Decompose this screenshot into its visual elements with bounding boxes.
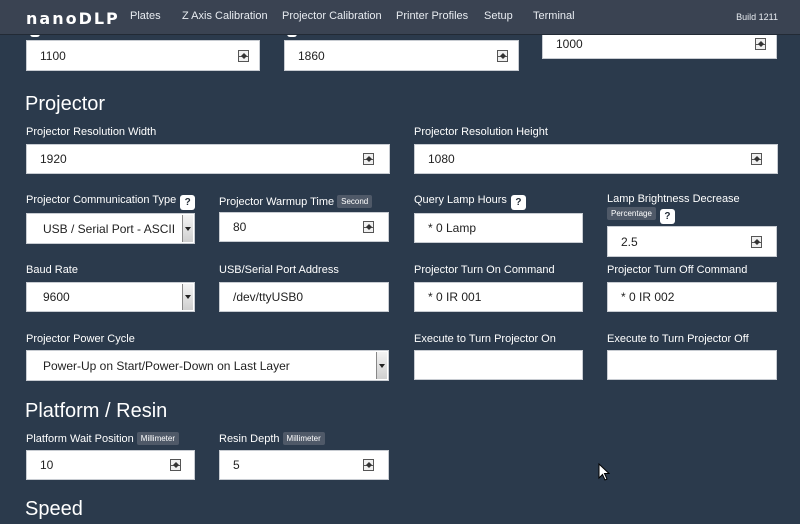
resin-depth-label: Resin Depth Millimeter [219, 432, 325, 445]
comm-type-label-text: Projector Communication Type [26, 194, 177, 206]
mouse-cursor-icon [598, 463, 610, 481]
turn-on-command-label: Projector Turn On Command [414, 264, 555, 276]
wait-position-value: 10 [40, 458, 54, 472]
comm-type-label: Projector Communication Type? [26, 194, 196, 210]
lamp-brightness-value: 2.5 [621, 234, 638, 249]
wait-position-label-text: Platform Wait Position [26, 433, 134, 445]
projector-section-title: Projector [25, 93, 106, 115]
top-field-1-value: 1100 [40, 48, 66, 63]
help-icon[interactable]: ? [180, 195, 196, 210]
nav-projector-calibration[interactable]: Projector Calibration [282, 10, 382, 22]
chevron-down-icon[interactable] [376, 352, 387, 379]
resin-depth-label-text: Resin Depth [219, 433, 280, 445]
warmup-value: 80 [233, 220, 247, 234]
warmup-input[interactable]: 80 [219, 212, 389, 242]
resolution-height-label: Projector Resolution Height [414, 126, 548, 138]
lamp-hours-label: Query Lamp Hours? [414, 194, 526, 210]
chevron-down-icon[interactable] [182, 215, 193, 242]
wait-position-label: Platform Wait Position Millimeter [26, 432, 180, 445]
turn-on-command-input[interactable]: * 0 IR 001 [414, 282, 583, 312]
resolution-width-label: Projector Resolution Width [26, 126, 157, 138]
exec-on-input[interactable] [414, 350, 583, 380]
help-icon[interactable]: ? [659, 209, 675, 224]
top-field-2[interactable]: 1860 [284, 40, 519, 71]
exec-off-label: Execute to Turn Projector Off [607, 333, 749, 345]
warmup-label: Projector Warmup Time Second [219, 195, 373, 208]
lamp-hours-value: * 0 Lamp [428, 221, 477, 235]
resin-depth-value: 5 [233, 458, 240, 472]
port-address-input[interactable]: /dev/ttyUSB0 [219, 282, 389, 312]
resin-depth-input[interactable]: 5 [219, 450, 389, 480]
comm-type-select[interactable]: USB / Serial Port - ASCII [26, 213, 195, 244]
lamp-brightness-input[interactable]: 2.5 [607, 226, 777, 257]
speed-section-title: Speed [25, 498, 83, 520]
baud-rate-label: Baud Rate [26, 264, 78, 276]
resolution-width-input[interactable]: 1920 [26, 144, 390, 174]
top-field-2-value: 1860 [298, 48, 325, 63]
spinner-icon[interactable] [363, 221, 374, 233]
spinner-icon[interactable] [238, 49, 249, 62]
nav-printer-profiles[interactable]: Printer Profiles [396, 10, 468, 22]
baud-rate-value: 9600 [43, 290, 70, 304]
turn-off-command-input[interactable]: * 0 IR 002 [607, 282, 777, 312]
turn-off-command-label: Projector Turn Off Command [607, 264, 748, 276]
power-cycle-label: Projector Power Cycle [26, 333, 135, 345]
unit-badge: Percentage [607, 207, 656, 220]
lamp-hours-label-text: Query Lamp Hours [414, 194, 507, 206]
nav-z-axis-calibration[interactable]: Z Axis Calibration [182, 10, 268, 22]
spinner-icon[interactable] [363, 153, 374, 165]
resolution-width-value: 1920 [40, 152, 67, 166]
platform-section-title: Platform / Resin [25, 400, 168, 422]
port-address-label: USB/Serial Port Address [219, 264, 339, 276]
spinner-icon[interactable] [170, 459, 181, 471]
top-field-3-value: 1000 [556, 36, 583, 51]
unit-badge: Millimeter [282, 432, 325, 445]
spinner-icon[interactable] [751, 153, 762, 165]
nav-plates[interactable]: Plates [130, 10, 161, 22]
lamp-hours-input[interactable]: * 0 Lamp [414, 213, 583, 243]
wait-position-input[interactable]: 10 [26, 450, 195, 480]
turn-on-command-value: * 0 IR 001 [428, 290, 482, 304]
top-field-1[interactable]: 1100 [26, 40, 260, 71]
spinner-icon[interactable] [755, 37, 766, 50]
lamp-brightness-badges: Percentage? [604, 207, 675, 224]
spinner-icon[interactable] [497, 49, 508, 62]
top-navbar: nanoDLP Plates Z Axis Calibration Projec… [0, 0, 800, 35]
unit-badge: Millimeter [136, 432, 180, 445]
power-cycle-select[interactable]: Power-Up on Start/Power-Down on Last Lay… [26, 350, 389, 381]
lamp-brightness-label: Lamp Brightness Decrease [607, 193, 740, 205]
chevron-down-icon[interactable] [182, 284, 193, 310]
nav-terminal[interactable]: Terminal [533, 10, 575, 22]
turn-off-command-value: * 0 IR 002 [621, 290, 675, 304]
comm-type-value: USB / Serial Port - ASCII [43, 221, 176, 236]
brand-logo[interactable]: nanoDLP [26, 9, 120, 28]
nav-setup[interactable]: Setup [484, 10, 513, 22]
build-version: Build 1211 [736, 12, 778, 22]
spinner-icon[interactable] [751, 235, 762, 248]
resolution-height-value: 1080 [428, 152, 455, 166]
warmup-label-text: Projector Warmup Time [219, 196, 335, 208]
power-cycle-value: Power-Up on Start/Power-Down on Last Lay… [43, 358, 290, 373]
resolution-height-input[interactable]: 1080 [414, 144, 778, 174]
baud-rate-select[interactable]: 9600 [26, 282, 195, 312]
spinner-icon[interactable] [363, 459, 374, 471]
exec-on-label: Execute to Turn Projector On [414, 333, 556, 345]
help-icon[interactable]: ? [510, 195, 526, 210]
port-address-value: /dev/ttyUSB0 [233, 290, 304, 304]
exec-off-input[interactable] [607, 350, 777, 380]
unit-badge: Second [337, 195, 373, 208]
